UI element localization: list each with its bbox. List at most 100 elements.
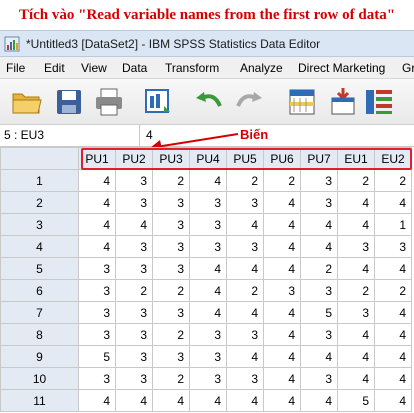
data-cell[interactable]: 4: [374, 301, 412, 324]
data-cell[interactable]: 3: [263, 279, 301, 302]
data-cell[interactable]: 3: [152, 257, 190, 280]
row-header[interactable]: 11: [0, 389, 79, 412]
data-cell[interactable]: 3: [152, 345, 190, 368]
data-cell[interactable]: 2: [152, 323, 190, 346]
row-header[interactable]: 2: [0, 191, 79, 214]
data-cell[interactable]: 4: [263, 345, 301, 368]
data-cell[interactable]: 2: [300, 257, 338, 280]
column-header-pu4[interactable]: PU4: [189, 147, 227, 170]
row-header[interactable]: 9: [0, 345, 79, 368]
data-cell[interactable]: 4: [78, 389, 116, 412]
data-cell[interactable]: 4: [189, 389, 227, 412]
column-header-eu1[interactable]: EU1: [337, 147, 375, 170]
row-header[interactable]: 7: [0, 301, 79, 324]
data-cell[interactable]: 4: [78, 169, 116, 192]
column-header-pu7[interactable]: PU7: [300, 147, 338, 170]
data-cell[interactable]: 2: [226, 169, 264, 192]
data-cell[interactable]: 3: [300, 279, 338, 302]
redo-icon[interactable]: [232, 86, 266, 118]
data-cell[interactable]: 2: [337, 169, 375, 192]
data-cell[interactable]: 3: [78, 367, 116, 390]
data-cell[interactable]: 4: [300, 345, 338, 368]
data-cell[interactable]: 2: [374, 169, 412, 192]
data-cell[interactable]: 4: [226, 345, 264, 368]
data-cell[interactable]: 4: [226, 389, 264, 412]
data-cell[interactable]: 5: [78, 345, 116, 368]
data-cell[interactable]: 3: [300, 323, 338, 346]
data-cell[interactable]: 4: [263, 367, 301, 390]
data-cell[interactable]: 4: [374, 367, 412, 390]
data-cell[interactable]: 3: [115, 257, 153, 280]
data-cell[interactable]: 4: [337, 367, 375, 390]
data-cell[interactable]: 4: [78, 235, 116, 258]
data-cell[interactable]: 4: [189, 257, 227, 280]
data-cell[interactable]: 2: [374, 279, 412, 302]
data-cell[interactable]: 4: [263, 301, 301, 324]
data-cell[interactable]: 3: [152, 235, 190, 258]
data-cell[interactable]: 3: [300, 367, 338, 390]
column-header-pu6[interactable]: PU6: [263, 147, 301, 170]
data-cell[interactable]: 3: [78, 279, 116, 302]
menu-direct-marketing[interactable]: Direct Marketing: [298, 57, 385, 78]
data-cell[interactable]: 1: [374, 213, 412, 236]
data-cell[interactable]: 4: [374, 257, 412, 280]
variables-icon[interactable]: [362, 86, 396, 118]
data-cell[interactable]: 3: [226, 323, 264, 346]
data-cell[interactable]: 4: [374, 389, 412, 412]
data-cell[interactable]: 3: [300, 191, 338, 214]
goto-case-icon[interactable]: [286, 86, 320, 118]
data-cell[interactable]: 3: [189, 323, 227, 346]
data-cell[interactable]: 3: [78, 257, 116, 280]
data-cell[interactable]: 2: [263, 169, 301, 192]
data-cell[interactable]: 3: [189, 235, 227, 258]
data-cell[interactable]: 5: [300, 301, 338, 324]
save-icon[interactable]: [52, 86, 86, 118]
column-header-eu2[interactable]: EU2: [374, 147, 412, 170]
data-cell[interactable]: 4: [337, 213, 375, 236]
data-cell[interactable]: 4: [152, 389, 190, 412]
data-cell[interactable]: 3: [226, 235, 264, 258]
data-cell[interactable]: 3: [189, 367, 227, 390]
data-cell[interactable]: 4: [263, 191, 301, 214]
row-header[interactable]: 3: [0, 213, 79, 236]
data-cell[interactable]: 2: [115, 279, 153, 302]
data-cell[interactable]: 3: [189, 345, 227, 368]
data-cell[interactable]: 4: [263, 257, 301, 280]
row-header[interactable]: 5: [0, 257, 79, 280]
column-header-pu3[interactable]: PU3: [152, 147, 190, 170]
data-cell[interactable]: 4: [189, 169, 227, 192]
data-cell[interactable]: 4: [189, 301, 227, 324]
data-cell[interactable]: 2: [152, 169, 190, 192]
undo-icon[interactable]: [192, 86, 226, 118]
data-cell[interactable]: 3: [189, 213, 227, 236]
data-cell[interactable]: 4: [115, 213, 153, 236]
data-cell[interactable]: 4: [78, 191, 116, 214]
recall-dialog-icon[interactable]: [142, 86, 176, 118]
row-header[interactable]: 1: [0, 169, 79, 192]
data-cell[interactable]: 4: [263, 389, 301, 412]
menu-graphs[interactable]: Gr: [402, 57, 414, 78]
print-icon[interactable]: [92, 86, 126, 118]
data-cell[interactable]: 3: [115, 301, 153, 324]
data-cell[interactable]: 4: [300, 389, 338, 412]
menu-analyze[interactable]: Analyze: [240, 57, 283, 78]
row-header[interactable]: 4: [0, 235, 79, 258]
column-header-pu5[interactable]: PU5: [226, 147, 264, 170]
goto-variable-icon[interactable]: [326, 86, 360, 118]
data-cell[interactable]: 2: [226, 279, 264, 302]
data-cell[interactable]: 3: [374, 235, 412, 258]
data-cell[interactable]: 2: [152, 367, 190, 390]
data-cell[interactable]: 3: [115, 235, 153, 258]
data-cell[interactable]: 3: [115, 367, 153, 390]
data-cell[interactable]: 3: [115, 323, 153, 346]
data-cell[interactable]: 3: [226, 367, 264, 390]
data-cell[interactable]: 2: [337, 279, 375, 302]
data-cell[interactable]: 4: [115, 389, 153, 412]
column-header-pu2[interactable]: PU2: [115, 147, 153, 170]
data-cell[interactable]: 3: [189, 191, 227, 214]
menu-data[interactable]: Data: [122, 57, 147, 78]
data-cell[interactable]: 4: [78, 213, 116, 236]
data-cell[interactable]: 4: [263, 323, 301, 346]
data-cell[interactable]: 4: [226, 257, 264, 280]
data-cell[interactable]: 3: [115, 169, 153, 192]
